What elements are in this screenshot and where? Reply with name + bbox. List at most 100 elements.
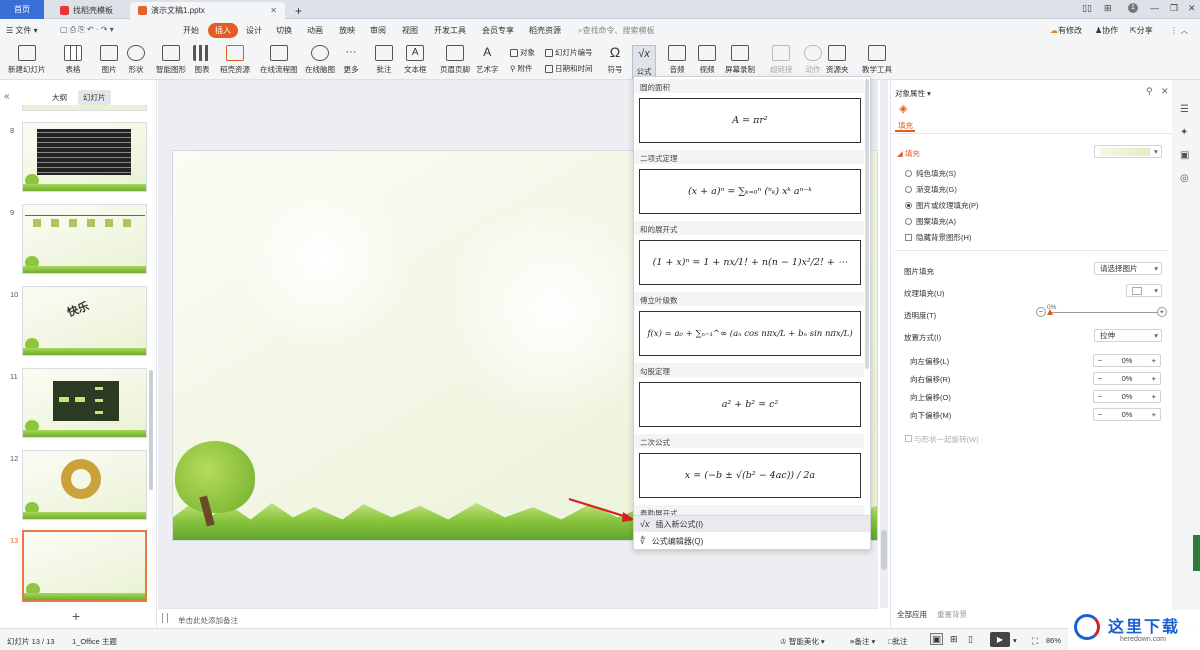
command-search[interactable]: ⌕查找命令、搜索模板 (578, 25, 654, 36)
play-options-icon[interactable]: ▾ (1013, 636, 1017, 645)
picture-button[interactable]: 图片 (100, 45, 118, 75)
zoom-level[interactable]: 86% (1046, 636, 1061, 645)
video-button[interactable]: 视频 (698, 45, 716, 75)
apply-all-button[interactable]: 全部应用 (897, 609, 927, 620)
placement-dropdown[interactable]: 拉伸 ▾ (1094, 329, 1162, 342)
chart-button[interactable]: 图表 (193, 45, 211, 75)
slider-thumb[interactable] (1047, 309, 1053, 315)
formula-fourier[interactable]: f(x) = a₀ + ∑ₙ₌₁^∞ (aₙ cos nπx/L + bₙ si… (639, 311, 861, 356)
plus-icon[interactable]: + (1152, 374, 1156, 383)
play-slideshow-icon[interactable]: ▶ (990, 632, 1010, 647)
quick-access-icons[interactable]: ▢ ⎙ ⎘ ↶ · ↷ ▾ (60, 25, 114, 35)
slide-thumbnail[interactable] (22, 368, 147, 438)
menu-member[interactable]: 会员专享 (482, 25, 514, 36)
menu-slideshow[interactable]: 放映 (339, 25, 355, 36)
smartart-button[interactable]: 智能图形 (156, 45, 186, 75)
menu-start[interactable]: 开始 (183, 25, 199, 36)
minus-icon[interactable]: − (1098, 374, 1102, 383)
file-menu[interactable]: ☰ 文件 ▾ (6, 25, 38, 36)
minus-icon[interactable]: − (1098, 392, 1102, 401)
hide-bg-checkbox[interactable]: 隐藏背景图形(H) (905, 232, 971, 243)
modified-status[interactable]: ☁有修改 (1050, 25, 1082, 36)
wordart-button[interactable]: A 艺术字 (476, 45, 499, 75)
side-widget[interactable] (1193, 535, 1200, 571)
notes-toggle[interactable]: ≡备注 ▾ (850, 636, 875, 647)
pin-icon[interactable]: ⚲ (1146, 86, 1153, 97)
pin-icon[interactable]: ✦ (1180, 127, 1188, 138)
slide-thumbnail[interactable]: 快乐 (22, 286, 147, 356)
textbox-button[interactable]: A 文本框 (404, 45, 427, 75)
location-icon[interactable]: ◎ (1180, 173, 1189, 184)
mindmap-button[interactable]: 在线脑图 (305, 45, 335, 75)
slide-number-button[interactable]: 幻灯片编号 (545, 47, 593, 58)
sorter-view-icon[interactable]: ⊞ (950, 634, 958, 645)
panel-title[interactable]: 对象属性 ▾ (895, 88, 931, 99)
collab-button[interactable]: ♟协作 (1095, 25, 1118, 36)
fit-window-icon[interactable]: ⛶ (1032, 636, 1038, 647)
symbol-button[interactable]: Ω 符号 (606, 45, 624, 75)
reading-view-icon[interactable]: ▯ (968, 634, 973, 645)
add-slide-button[interactable]: + (72, 608, 80, 624)
comment-button[interactable]: 批注 (375, 45, 393, 75)
reset-bg-button[interactable]: 重置背景 (937, 609, 967, 620)
close-icon[interactable]: ✕ (1161, 86, 1169, 97)
slide-thumbnail[interactable] (22, 450, 147, 520)
collapse-panel-icon[interactable]: « (4, 91, 10, 102)
object-button[interactable]: 对象 (510, 47, 535, 58)
menu-design[interactable]: 设计 (246, 25, 262, 36)
menu-developer[interactable]: 开发工具 (434, 25, 466, 36)
grid-icon[interactable]: ⊞ (1104, 3, 1112, 14)
increase-icon[interactable]: + (1157, 307, 1167, 317)
slide-thumbnail[interactable] (22, 122, 147, 192)
table-button[interactable]: 表格 (64, 45, 82, 75)
menu-insert[interactable]: 插入 (208, 23, 238, 38)
formula-button[interactable]: √x 公式 (632, 45, 656, 79)
action-button[interactable]: 动作 (804, 45, 822, 75)
formula-sum-expansion[interactable]: (1 + x)ⁿ = 1 + nx/1! + n(n − 1)x²/2! + ⋯ (639, 240, 861, 285)
resource-folder-button[interactable]: 资源夹 (826, 45, 849, 75)
minus-icon[interactable]: − (1098, 356, 1102, 365)
offset-down-stepper[interactable]: − 0% + (1093, 408, 1161, 421)
canvas-scrollbar[interactable] (881, 530, 887, 570)
notes-bar[interactable]: 单击此处添加备注 (158, 608, 878, 628)
plus-icon[interactable]: + (1152, 356, 1156, 365)
normal-view-icon[interactable]: ▣ (930, 633, 943, 645)
beautify-button[interactable]: ♔ 智能美化 ▾ (780, 636, 825, 647)
slide-thumbnail[interactable] (22, 204, 147, 274)
menu-review[interactable]: 审阅 (370, 25, 386, 36)
layout-icon[interactable]: ▯▯ (1082, 3, 1092, 14)
share-button[interactable]: ⇱分享 (1130, 25, 1153, 36)
datetime-button[interactable]: 日期和时间 (545, 63, 593, 74)
teaching-tools-button[interactable]: 教学工具 (862, 45, 892, 75)
menu-animation[interactable]: 动画 (307, 25, 323, 36)
hyperlink-button[interactable]: 超链接 (770, 45, 793, 75)
picture-fill-radio[interactable]: 图片或纹理填充(P) (905, 200, 979, 211)
decrease-icon[interactable]: − (1036, 307, 1046, 317)
menu-transition[interactable]: 切换 (276, 25, 292, 36)
pattern-fill-radio[interactable]: 图案填充(A) (905, 216, 956, 227)
flowchart-button[interactable]: 在线流程图 (260, 45, 298, 75)
texture-dropdown[interactable]: ▾ (1126, 284, 1162, 297)
restore-icon[interactable]: ❐ (1170, 3, 1178, 14)
picture-source-dropdown[interactable]: 请选择图片 ▾ (1094, 262, 1162, 275)
formula-binomial[interactable]: (x + a)ⁿ = ∑ₖ₌₀ⁿ (ⁿₖ) xᵏ aⁿ⁻ᵏ (639, 169, 861, 214)
tab-slides[interactable]: 幻灯片 (78, 90, 111, 105)
formula-circle-area[interactable]: A = πr² (639, 98, 861, 143)
menu-view[interactable]: 视图 (402, 25, 418, 36)
fill-preview-dropdown[interactable]: ▾ (1094, 145, 1162, 158)
slide-panel-scrollbar[interactable] (149, 370, 153, 490)
tab-outline[interactable]: 大纲 (52, 92, 67, 103)
window-close-icon[interactable]: ✕ (1188, 3, 1196, 14)
more-button[interactable]: ··· 更多 (342, 45, 360, 75)
more-icon[interactable]: ⋮ ︿ (1170, 25, 1188, 36)
comments-toggle[interactable]: □批注 (888, 636, 908, 647)
formula-editor-item[interactable]: ∜ 公式编辑器(Q) (634, 533, 870, 550)
minimize-icon[interactable]: — (1150, 3, 1159, 13)
new-tab-button[interactable]: + (287, 2, 310, 19)
offset-right-stepper[interactable]: − 0% + (1093, 372, 1161, 385)
new-slide-button[interactable]: 新建幻灯片 (8, 45, 46, 75)
formula-quadratic[interactable]: x = (−b ± √(b² − 4ac)) / 2a (639, 453, 861, 498)
shape-button[interactable]: 形状 (127, 45, 145, 75)
fill-section-title[interactable]: ◢ 填充 (897, 148, 920, 159)
formula-list-scrollbar[interactable] (865, 79, 869, 369)
